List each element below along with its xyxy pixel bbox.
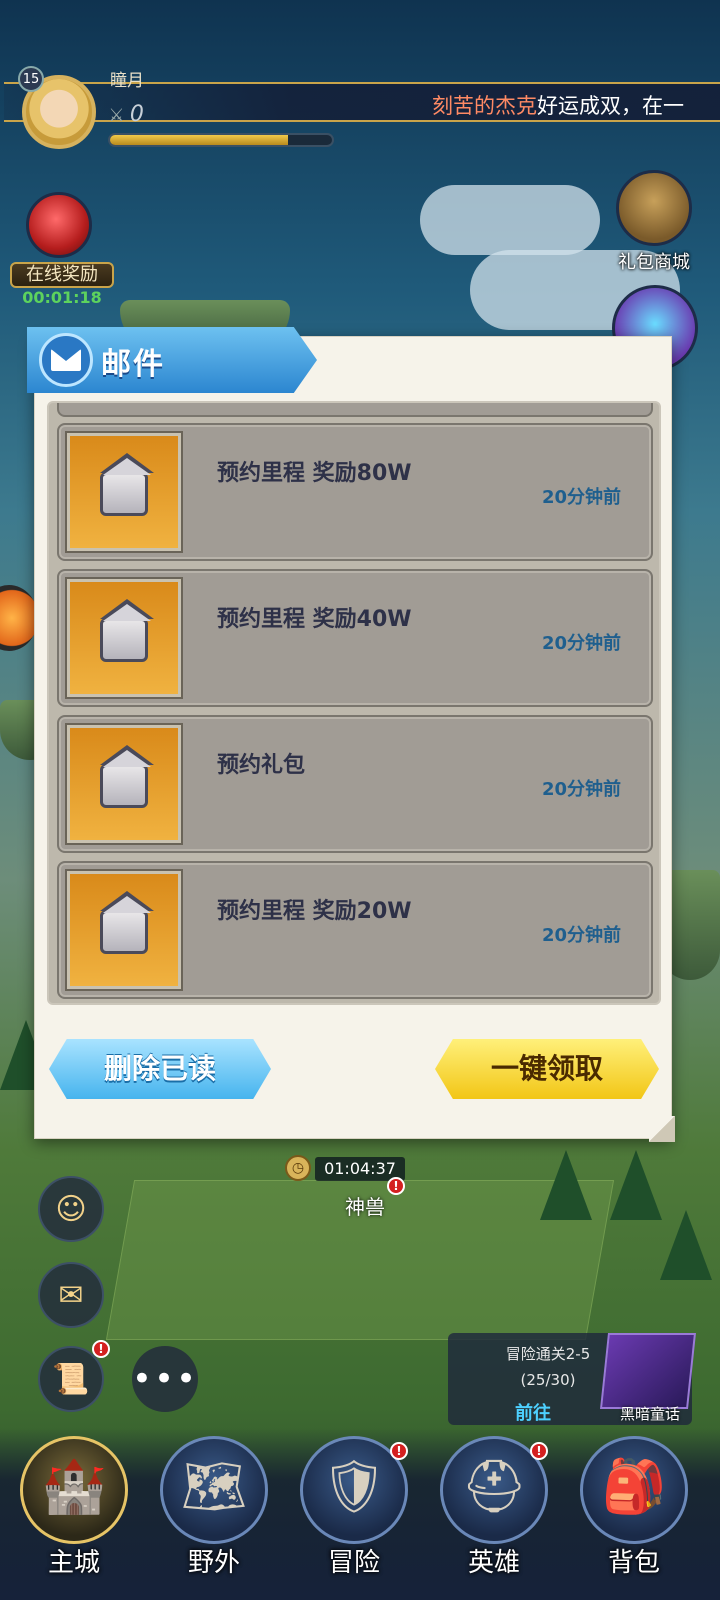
gift-shop-label: 礼包商城 <box>618 252 690 273</box>
cloud <box>420 185 600 255</box>
tree <box>540 1150 592 1220</box>
mail-item-partial <box>57 403 653 417</box>
mail-time: 20分钟前 <box>541 925 621 946</box>
envelope-icon <box>39 333 93 387</box>
mail-thumbnail <box>67 433 181 551</box>
more-options-button[interactable]: ••• <box>132 1346 198 1412</box>
mail-time: 20分钟前 <box>541 633 621 654</box>
mail-title: 预约里程 奖励20W <box>217 899 412 924</box>
envelope-icon <box>100 453 154 516</box>
quest-tracker[interactable]: 冒险通关2-5 (25/30) 前往 黑暗童话 <box>448 1333 696 1425</box>
beast-label: 神兽 <box>345 1195 385 1219</box>
nav-label: 主城 <box>47 1548 100 1578</box>
scroll-quest-icon[interactable]: 📜 <box>38 1346 104 1412</box>
nav-label: 野外 <box>187 1548 240 1578</box>
mail-thumbnail <box>67 871 181 989</box>
mail-title: 预约里程 奖励80W <box>217 461 412 486</box>
mail-thumbnail <box>67 725 181 843</box>
mail-item[interactable]: 预约里程 奖励80W 20分钟前 <box>57 423 653 561</box>
nav-label: 冒险 <box>327 1548 380 1578</box>
mailbox-icon[interactable]: ✉ <box>38 1262 104 1328</box>
mail-dialog: 邮件 预约里程 奖励80W 20分钟前 预约里程 奖励40W 20分钟前 预约礼… <box>27 327 675 1142</box>
marquee-player-name: 刻苦的杰克 <box>432 94 537 118</box>
emoji-chat-icon[interactable]: ☺ <box>38 1176 104 1242</box>
mail-dialog-title: 邮件 <box>101 347 165 382</box>
mail-list[interactable]: 预约里程 奖励80W 20分钟前 预约里程 奖励40W 20分钟前 预约礼包 2… <box>47 401 661 1005</box>
nav-wilderness[interactable]: 🗺 野外 <box>158 1436 270 1596</box>
tree <box>610 1150 662 1220</box>
nav-adventure[interactable]: 🛡 冒险 ! <box>298 1436 410 1596</box>
envelope-icon <box>100 599 154 662</box>
quest-go-link[interactable]: 前往 <box>448 1399 618 1425</box>
notification-badge: ! <box>387 1177 405 1195</box>
pet-icon[interactable] <box>0 585 38 651</box>
nav-main-city[interactable]: 🏰 主城 <box>18 1436 130 1596</box>
page-curl <box>649 1116 675 1142</box>
ruby-gem-icon <box>26 192 92 258</box>
online-reward-timer: 00:01:18 <box>22 288 102 307</box>
marquee-message: 好运成双，在一 <box>537 94 684 118</box>
mail-title: 预约里程 奖励40W <box>217 607 412 632</box>
claim-all-button[interactable]: 一键领取 <box>435 1039 659 1099</box>
player-name: 瞳月 <box>110 71 144 91</box>
power-value: ⚔ 0 <box>110 102 144 127</box>
tree <box>660 1210 712 1280</box>
backpack-icon: 🎒 <box>601 1457 667 1517</box>
nav-label: 背包 <box>607 1548 660 1578</box>
bottom-navigation: 🏰 主城 🗺 野外 🛡 冒险 ! ⛑ 英雄 ! 🎒 背包 <box>0 1428 720 1600</box>
mail-item[interactable]: 预约里程 奖励20W 20分钟前 <box>57 861 653 999</box>
mail-title: 预约礼包 <box>217 753 306 778</box>
player-level-badge: 15 <box>18 66 44 92</box>
exp-bar <box>108 133 334 147</box>
gift-shop-button[interactable]: 礼包商城 <box>606 170 702 280</box>
delete-read-button[interactable]: 删除已读 <box>49 1039 271 1099</box>
exp-bar-fill <box>110 135 288 145</box>
helmet-icon: ⛑ <box>460 1457 527 1517</box>
online-reward-widget[interactable]: 在线奖励 00:01:18 <box>10 190 114 310</box>
treasure-chest-icon <box>616 170 692 246</box>
shield-sword-icon: 🛡 <box>320 1457 387 1517</box>
mail-time: 20分钟前 <box>541 779 621 800</box>
online-reward-label: 在线奖励 <box>10 262 114 288</box>
mail-dialog-header: 邮件 <box>27 327 317 393</box>
castle-icon: 🏰 <box>41 1457 107 1517</box>
mail-time: 20分钟前 <box>541 487 621 508</box>
dark-fairytale-book-icon <box>600 1333 696 1409</box>
power-icon: ⚔ <box>110 105 123 126</box>
mail-item[interactable]: 预约里程 奖励40W 20分钟前 <box>57 569 653 707</box>
clock-icon: ◷ <box>285 1155 311 1181</box>
mail-thumbnail <box>67 579 181 697</box>
mail-item[interactable]: 预约礼包 20分钟前 <box>57 715 653 853</box>
notification-badge: ! <box>530 1442 548 1460</box>
nav-heroes[interactable]: ⛑ 英雄 ! <box>438 1436 550 1596</box>
notification-badge: ! <box>92 1340 110 1358</box>
envelope-icon <box>100 745 154 808</box>
map-scroll-icon: 🗺 <box>180 1457 247 1517</box>
nav-backpack[interactable]: 🎒 背包 <box>578 1436 690 1596</box>
notification-badge: ! <box>390 1442 408 1460</box>
envelope-icon <box>100 891 154 954</box>
nav-label: 英雄 <box>467 1548 520 1578</box>
divine-beast-widget[interactable]: ◷ 01:04:37 神兽 ! <box>285 1155 425 1225</box>
quest-book-label: 黑暗童话 <box>619 1405 680 1423</box>
